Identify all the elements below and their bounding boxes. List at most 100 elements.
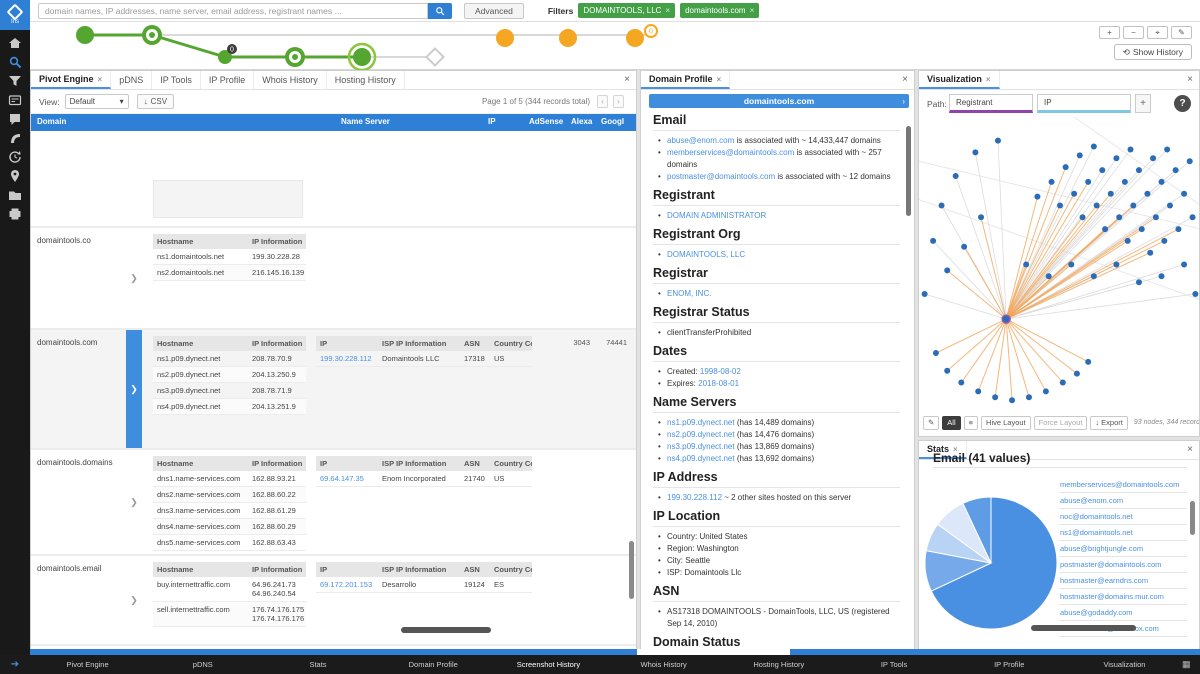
domain-cell[interactable]: domaintools.co [37, 236, 91, 245]
sidebar-item-pivot[interactable] [4, 131, 26, 145]
email-link[interactable]: hostmaster@earndns.com [1059, 573, 1187, 589]
remove-chip-icon[interactable]: × [750, 6, 755, 15]
expand-row-control[interactable]: ❯ [126, 450, 142, 554]
grid-icon[interactable]: ▦ [1182, 659, 1200, 670]
column-header-googl[interactable]: Googl [601, 117, 624, 126]
email-link[interactable]: hostmaster@domains.mur.com [1059, 589, 1187, 605]
tab-pivot-engine[interactable]: Pivot Engine × [31, 71, 112, 89]
zoom-out-button[interactable]: − [1123, 26, 1144, 39]
profile-domain-header[interactable]: domaintools.com › [649, 94, 909, 108]
bottom-tab-pdns[interactable]: pDNS [145, 660, 260, 669]
sidebar-item-notes[interactable] [4, 112, 26, 126]
column-header-alexa[interactable]: Alexa [571, 117, 592, 126]
sidebar-item-search[interactable] [4, 55, 26, 69]
profile-link[interactable]: DOMAINTOOLS, LLC [667, 250, 745, 259]
sidebar-item-folder[interactable] [4, 188, 26, 202]
expand-icon[interactable]: › [902, 97, 905, 106]
force-layout-button[interactable]: Force Layout [1033, 415, 1088, 430]
bottom-tab-stats[interactable]: Stats [260, 660, 375, 669]
close-icon[interactable]: × [986, 75, 991, 84]
export-button[interactable]: ↓ Export [1090, 415, 1128, 430]
sidebar-item-history[interactable] [4, 150, 26, 164]
ip-link[interactable]: 199.30.228.112 [320, 354, 372, 363]
ip-link[interactable]: 69.172.201.153 [320, 580, 372, 589]
annotate-button[interactable]: ✎ [1171, 26, 1192, 39]
close-icon[interactable]: × [1187, 74, 1193, 85]
sidebar-item-pin[interactable] [4, 169, 26, 183]
expand-row-control[interactable]: ❯ [126, 330, 142, 448]
domain-cell[interactable]: domaintools.domains [37, 458, 113, 467]
bottom-tab-whois-history[interactable]: Whois History [606, 660, 721, 669]
profile-link[interactable]: DOMAIN ADMINISTRATOR [667, 211, 766, 220]
next-page-button[interactable]: › [613, 95, 624, 108]
close-icon[interactable]: × [1187, 444, 1193, 455]
close-icon[interactable]: × [624, 74, 630, 85]
close-icon[interactable]: × [98, 75, 103, 84]
profile-link[interactable]: postmaster@domaintools.com [667, 172, 775, 181]
table-row[interactable]: domaintools.co ❯ Hostname IP Information ns1… [31, 228, 636, 330]
email-link[interactable]: noc@domaintools.net [1059, 509, 1187, 525]
vertical-scrollbar[interactable] [629, 541, 634, 599]
help-button[interactable]: ? [1174, 95, 1191, 112]
search-button[interactable] [428, 2, 452, 19]
column-header-ip[interactable]: IP [488, 117, 496, 126]
table-row[interactable]: domaintools.domains ❯ Hostname IP Informati… [31, 450, 636, 556]
advanced-button[interactable]: Advanced [464, 2, 524, 19]
close-icon[interactable]: × [902, 74, 908, 85]
ip-link[interactable]: 69.64.147.35 [320, 474, 364, 483]
profile-link[interactable]: ns2.p09.dynect.net [667, 430, 735, 439]
remove-chip-icon[interactable]: × [665, 6, 670, 15]
bottom-tab-pivot-engine[interactable]: Pivot Engine [30, 660, 145, 669]
bottom-tab-ip-tools[interactable]: IP Tools [836, 660, 951, 669]
iris-logo[interactable]: Iris [0, 0, 30, 30]
profile-link[interactable]: ns1.p09.dynect.net [667, 418, 735, 427]
table-row[interactable] [31, 174, 636, 228]
profile-link[interactable]: 199.30.228.112 [667, 493, 722, 502]
sidebar-item-export[interactable] [4, 207, 26, 221]
table-row[interactable]: domaintools.email ❯ Hostname IP Information… [31, 556, 636, 646]
sidebar-item-filter[interactable] [4, 74, 26, 88]
sidebar-item-home[interactable] [4, 36, 26, 50]
email-link[interactable]: abuse@brightjungle.com [1059, 541, 1187, 557]
profile-link[interactable]: memberservices@domaintools.com [667, 148, 794, 157]
profile-link[interactable]: ENOM, INC. [667, 289, 711, 298]
tab-whois-history[interactable]: Whois History [254, 71, 327, 89]
email-pie-chart[interactable] [921, 485, 1061, 635]
column-header-name server[interactable]: Name Server [341, 117, 390, 126]
bottom-tab-ip-profile[interactable]: IP Profile [952, 660, 1067, 669]
horizontal-scrollbar[interactable] [401, 627, 491, 633]
tab-visualization[interactable]: Visualization × [919, 71, 1000, 89]
email-link[interactable]: abuse@enom.com [1059, 493, 1187, 509]
zoom-in-button[interactable]: + [1099, 26, 1120, 39]
tab-ip-profile[interactable]: IP Profile [201, 71, 255, 89]
sidebar-item-calculator[interactable] [4, 93, 26, 107]
profile-link[interactable]: 2018-08-01 [698, 379, 739, 388]
view-select[interactable]: Default ▾ [64, 94, 129, 109]
expand-row-control[interactable]: ❯ [126, 556, 142, 644]
column-header-domain[interactable]: Domain [37, 117, 66, 126]
tab-hosting-history[interactable]: Hosting History [327, 71, 405, 89]
bottom-tab-visualization[interactable]: Visualization [1067, 660, 1182, 669]
tab-pdns[interactable]: pDNS [111, 71, 153, 89]
profile-link[interactable]: abuse@enom.com [667, 136, 734, 145]
path-select-ip[interactable]: IP [1037, 94, 1131, 113]
vertical-scrollbar[interactable] [906, 126, 911, 216]
close-icon[interactable]: × [717, 75, 722, 84]
profile-link[interactable]: ns4.p09.dynect.net [667, 454, 735, 463]
center-button[interactable]: ⌖ [1147, 26, 1168, 39]
filter-chip[interactable]: domaintools.com × [680, 3, 760, 18]
prev-page-button[interactable]: ‹ [597, 95, 608, 108]
horizontal-scrollbar[interactable] [1031, 625, 1136, 631]
timeline-graph[interactable]: 00 [30, 22, 730, 70]
email-link[interactable]: ns1@domaintools.net [1059, 525, 1187, 541]
filter-chip[interactable]: DOMAINTOOLS, LLC × [578, 3, 676, 18]
bottom-tab-domain-profile[interactable]: Domain Profile [376, 660, 491, 669]
email-link[interactable]: abuse@godaddy.com [1059, 605, 1187, 621]
tab-domain-profile[interactable]: Domain Profile × [641, 71, 731, 89]
bottom-tab-screenshot-history[interactable]: Screenshot History [491, 660, 606, 669]
expand-row-control[interactable]: ❯ [126, 228, 142, 328]
email-link[interactable]: memberservices@domaintools.com [1059, 477, 1187, 493]
show-history-button[interactable]: ⟲ Show History [1113, 44, 1192, 60]
expand-arrow-icon[interactable]: ➔ [0, 659, 30, 670]
column-header-adsense[interactable]: AdSense [529, 117, 563, 126]
